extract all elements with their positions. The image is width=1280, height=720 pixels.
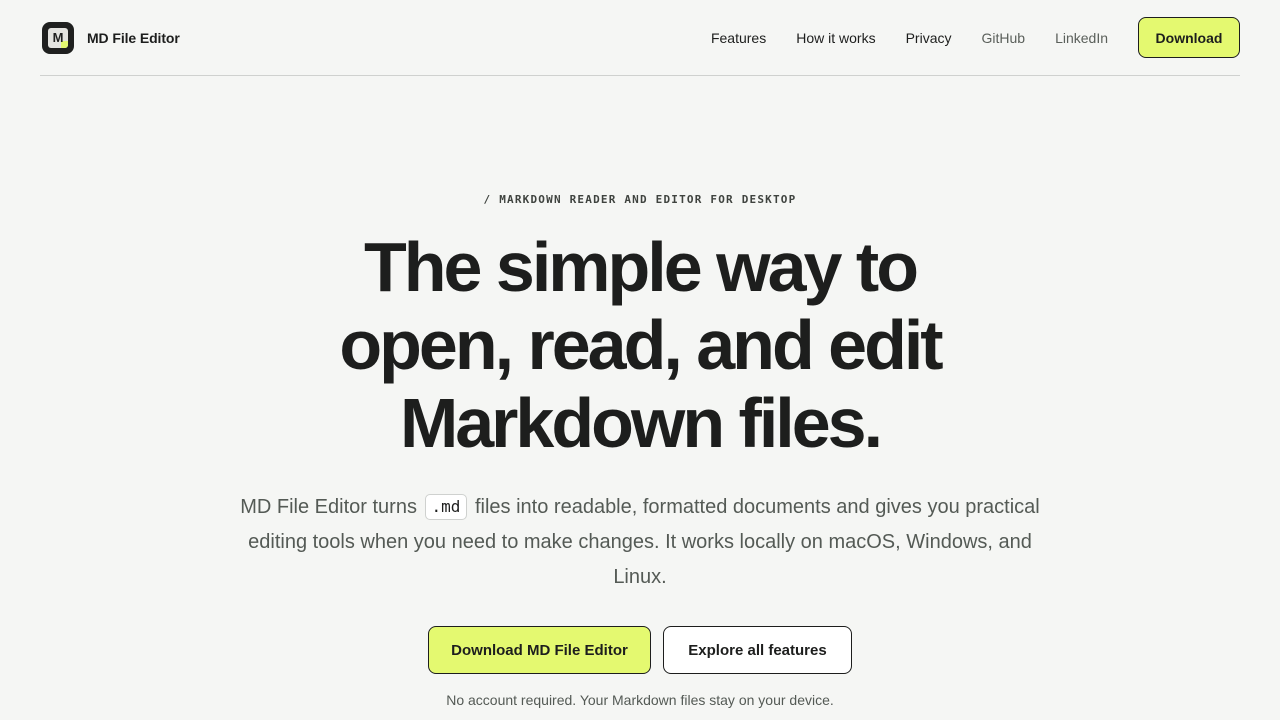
hero-cta-row: Download MD File Editor Explore all feat… xyxy=(0,626,1280,674)
nav-link-linkedin[interactable]: LinkedIn xyxy=(1055,30,1108,46)
hero-eyebrow: / MARKDOWN READER AND EDITOR FOR DESKTOP xyxy=(483,193,797,206)
nav-link-features[interactable]: Features xyxy=(711,30,766,46)
hero-description: MD File Editor turns .md files into read… xyxy=(240,490,1040,595)
site-header: M MD File Editor Features How it works P… xyxy=(40,0,1240,76)
main-nav: Features How it works Privacy GitHub Lin… xyxy=(711,17,1240,58)
landing-page: M MD File Editor Features How it works P… xyxy=(0,0,1280,720)
md-extension-chip: .md xyxy=(424,494,468,520)
md-file-logo-icon: M xyxy=(42,21,74,54)
nav-link-privacy[interactable]: Privacy xyxy=(906,30,952,46)
lead-text-before: MD File Editor turns xyxy=(240,496,417,518)
brand-home-link[interactable]: M MD File Editor xyxy=(40,21,180,54)
headline-line-1: The simple way to xyxy=(364,228,919,306)
headline-line-2: open, read, and edit xyxy=(339,306,943,384)
hero-headline: The simple way to open, read, and edit M… xyxy=(0,228,1280,462)
header-download-button[interactable]: Download xyxy=(1138,17,1240,58)
explore-features-button[interactable]: Explore all features xyxy=(663,626,852,674)
logo-letter: M xyxy=(52,30,64,45)
privacy-footnote: No account required. Your Markdown files… xyxy=(446,692,834,708)
brand-name: MD File Editor xyxy=(87,29,180,46)
nav-link-how-it-works[interactable]: How it works xyxy=(796,30,875,46)
logo-document-shape: M xyxy=(48,27,68,48)
headline-line-3: Markdown files. xyxy=(399,384,883,462)
nav-link-github[interactable]: GitHub xyxy=(981,30,1025,46)
download-app-button[interactable]: Download MD File Editor xyxy=(428,626,651,674)
